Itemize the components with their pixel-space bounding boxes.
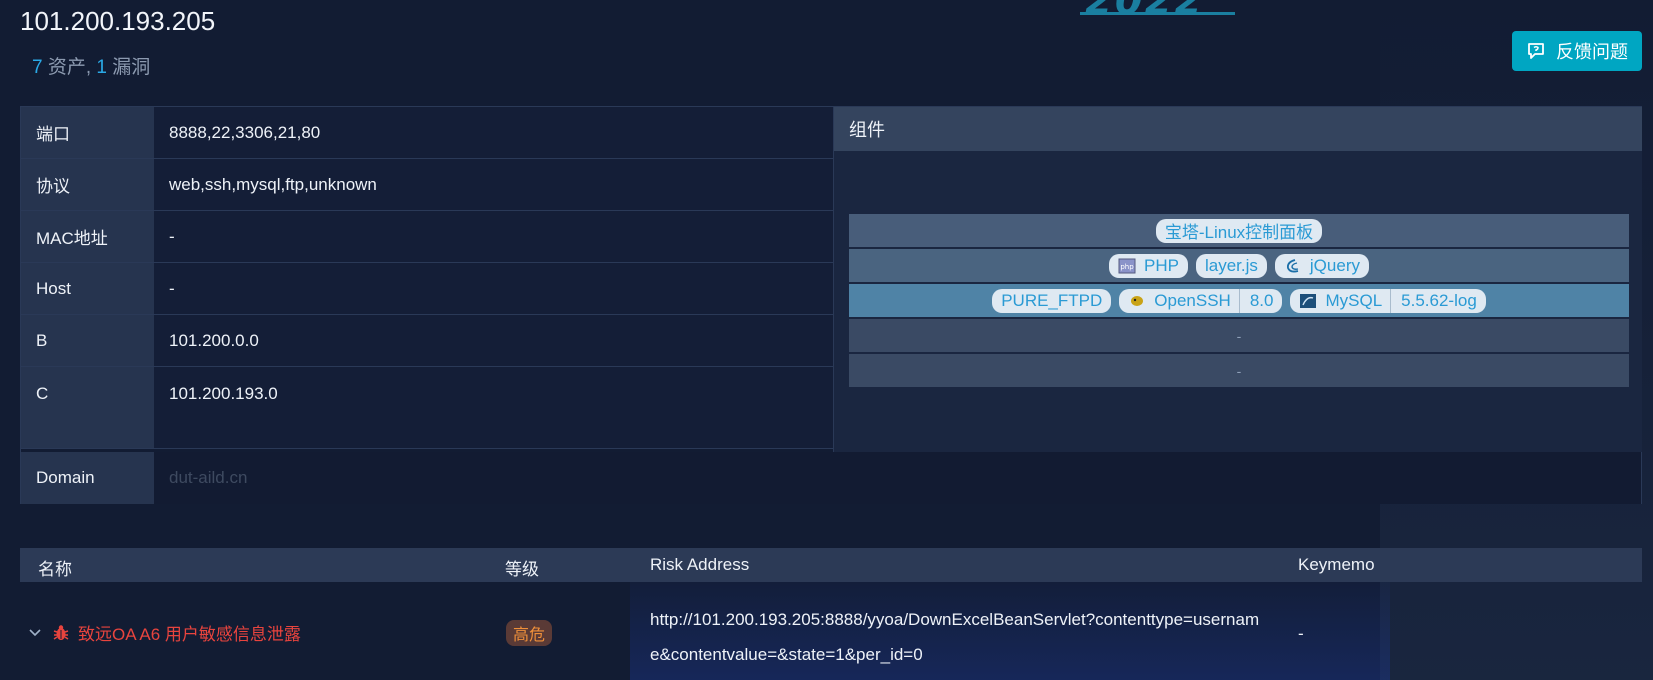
info-row-host: Host -: [21, 263, 834, 315]
column-keymemo: Keymemo: [1298, 555, 1375, 574]
feedback-label: 反馈问题: [1556, 42, 1628, 62]
chevron-down-icon[interactable]: [28, 625, 42, 641]
php-icon: php: [1118, 258, 1136, 273]
info-row-port: 端口 8888,22,3306,21,80: [21, 107, 834, 159]
components-panel: 组件 宝塔-Linux控制面板 php PHP layer.js jQuery …: [833, 107, 1642, 452]
component-row: 宝塔-Linux控制面板: [849, 214, 1629, 247]
page-title: 101.200.193.205: [20, 6, 216, 36]
c-value: 101.200.193.0: [154, 367, 834, 448]
openssh-icon: [1131, 295, 1144, 306]
component-name: MySQL: [1325, 290, 1383, 310]
asset-label: 资产,: [42, 57, 97, 78]
component-tag-openssh[interactable]: OpenSSH 8.0: [1119, 288, 1283, 313]
component-row: php PHP layer.js jQuery: [849, 249, 1629, 282]
risk-address: http://101.200.193.205:8888/yyoa/DownExc…: [650, 610, 1260, 664]
info-row-mac: MAC地址 -: [21, 211, 834, 263]
component-tag-php[interactable]: php PHP: [1109, 253, 1188, 278]
keymemo-value: -: [1298, 624, 1304, 643]
bug-icon: [53, 624, 69, 640]
vuln-table-header: 名称 等级 Risk Address Keymemo: [20, 548, 1642, 582]
host-value: -: [154, 263, 834, 314]
mysql-icon: [1300, 293, 1317, 308]
component-row-empty: -: [849, 354, 1629, 387]
component-version: 5.5.62-log: [1401, 290, 1477, 310]
component-tag-layerjs[interactable]: layer.js: [1195, 253, 1267, 278]
info-row-protocol: 协议 web,ssh,mysql,ftp,unknown: [21, 159, 834, 211]
component-row-empty: -: [849, 319, 1629, 352]
c-label: C: [21, 367, 154, 448]
table-row[interactable]: 致远OA A6 用户敏感信息泄露 高危 http://101.200.193.2…: [20, 582, 1642, 680]
b-label: B: [21, 315, 154, 366]
component-tag-jquery[interactable]: jQuery: [1274, 253, 1369, 278]
asset-count: 7: [32, 57, 43, 78]
domain-value: dut-aild.cn: [154, 452, 1641, 504]
component-tag-mysql[interactable]: MySQL 5.5.62-log: [1290, 288, 1486, 313]
mac-value: -: [154, 211, 834, 262]
jquery-icon: [1286, 258, 1299, 272]
port-value: 8888,22,3306,21,80: [154, 107, 834, 158]
domain-label: Domain: [21, 452, 154, 504]
feedback-icon: [1528, 43, 1544, 59]
info-row-c: C 101.200.193.0: [21, 367, 834, 449]
column-name: 名称: [38, 560, 72, 579]
component-row: PURE_FTPD OpenSSH 8.0 MySQL 5.5.62-log: [849, 284, 1629, 317]
components-list: 宝塔-Linux控制面板 php PHP layer.js jQuery PUR…: [849, 214, 1629, 389]
component-name: jQuery: [1309, 255, 1360, 275]
svg-text:php: php: [1120, 263, 1134, 271]
divider: [1390, 288, 1392, 313]
vuln-name-cell: 致远OA A6 用户敏感信息泄露: [28, 620, 301, 645]
protocol-label: 协议: [21, 159, 154, 210]
asset-summary: 7 资产, 1 漏洞: [32, 52, 150, 79]
divider: [1238, 288, 1240, 313]
component-tag-pureftpd[interactable]: PURE_FTPD: [992, 288, 1112, 313]
column-risk-address: Risk Address: [650, 555, 750, 574]
info-row-b: B 101.200.0.0: [21, 315, 834, 367]
feedback-button[interactable]: 反馈问题: [1512, 31, 1642, 71]
vuln-count: 1: [96, 57, 107, 78]
component-name: OpenSSH: [1154, 290, 1231, 310]
info-row-domain: Domain dut-aild.cn: [21, 452, 1641, 504]
host-label: Host: [21, 263, 154, 314]
host-info-table: 端口 8888,22,3306,21,80 协议 web,ssh,mysql,f…: [20, 106, 1642, 504]
column-level: 等级: [505, 560, 539, 579]
component-tag-baota[interactable]: 宝塔-Linux控制面板: [1155, 218, 1323, 243]
component-name: PHP: [1144, 255, 1179, 275]
vuln-label: 漏洞: [107, 57, 151, 78]
protocol-value: web,ssh,mysql,ftp,unknown: [154, 159, 834, 210]
component-version: 8.0: [1249, 290, 1274, 310]
b-value: 101.200.0.0: [154, 315, 834, 366]
port-label: 端口: [21, 107, 154, 158]
mac-label: MAC地址: [21, 211, 154, 262]
year-logo-underline: [1080, 12, 1235, 15]
vuln-name[interactable]: 致远OA A6 用户敏感信息泄露: [78, 620, 301, 645]
level-badge: 高危: [506, 620, 553, 646]
components-header: 组件: [834, 107, 1642, 151]
